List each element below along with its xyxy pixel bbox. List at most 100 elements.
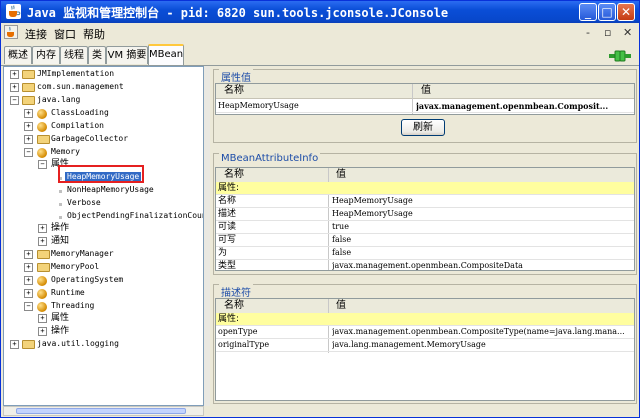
tree-node-label: OperatingSystem <box>51 275 124 284</box>
expand-toggle-icon[interactable]: + <box>10 83 19 92</box>
cell-value: javax.management.openmbean.CompositeType… <box>332 327 625 336</box>
inner-minimize-button[interactable]: - <box>586 26 590 39</box>
col-value-header[interactable]: 值 <box>336 299 346 313</box>
window-title: Java 监视和管理控制台 - pid: 6820 sun.tools.jcon… <box>27 6 449 20</box>
scrollbar-thumb[interactable] <box>16 408 186 414</box>
col-value-header[interactable]: 值 <box>336 168 346 182</box>
group-title: MBeanAttributeInfo <box>219 153 321 164</box>
tab-overview[interactable]: 概述 <box>4 46 32 64</box>
cell-value: HeapMemoryUsage <box>332 196 413 205</box>
descriptor-table[interactable]: 名称 值 属性: openType javax.management.openm… <box>215 298 635 401</box>
expand-toggle-icon[interactable]: + <box>10 70 19 79</box>
expand-toggle-icon[interactable]: + <box>24 122 33 131</box>
folder-icon <box>37 250 50 259</box>
highlight-annotation-box <box>58 165 144 183</box>
menu-help[interactable]: 帮助 <box>83 26 105 42</box>
menu-window[interactable]: 窗口 <box>54 26 76 42</box>
tab-memory[interactable]: 内存 <box>32 46 60 64</box>
table-row[interactable]: originalType java.lang.management.Memory… <box>216 339 634 352</box>
table-row[interactable]: 属性: <box>216 182 634 195</box>
tree-node-label: GarbageCollector <box>51 134 129 143</box>
table-row[interactable]: 名称 HeapMemoryUsage <box>216 195 634 208</box>
table-row[interactable]: 属性: <box>216 313 634 326</box>
cell-value: false <box>332 248 352 257</box>
col-name-header[interactable]: 名称 <box>224 299 244 313</box>
expand-toggle-icon[interactable]: + <box>24 276 33 285</box>
cell-value: true <box>332 222 349 231</box>
expand-toggle-icon[interactable]: + <box>24 263 33 272</box>
expand-toggle-icon[interactable]: + <box>38 327 47 336</box>
folder-icon <box>22 340 35 349</box>
tree-node-label: Verbose <box>67 198 101 207</box>
tree-node-label: ObjectPendingFinalizationCoun <box>67 211 204 220</box>
inner-restore-button[interactable]: ▫ <box>604 26 611 39</box>
mbean-bean-icon <box>37 148 47 158</box>
mbean-bean-icon <box>37 276 47 286</box>
tree-node-label: java.util.logging <box>37 339 119 348</box>
cell-name: 为 <box>218 248 228 258</box>
table-row[interactable]: openType javax.management.openmbean.Comp… <box>216 326 634 339</box>
title-bar[interactable]: Java 监视和管理控制台 - pid: 6820 sun.tools.jcon… <box>1 1 639 23</box>
close-button[interactable]: ✕ <box>617 3 635 21</box>
col-name-header[interactable]: 名称 <box>224 84 244 98</box>
group-title: 描述符 <box>219 284 253 299</box>
table-row[interactable]: 描述 HeapMemoryUsage <box>216 208 634 221</box>
cell-name: 可读 <box>218 222 237 232</box>
expand-toggle-icon[interactable]: + <box>24 289 33 298</box>
cell-name: 描述 <box>218 209 237 219</box>
tree-node-label: Runtime <box>51 288 85 297</box>
tree-node-label: 属性 <box>51 313 70 323</box>
table-row[interactable]: 可读 true <box>216 221 634 234</box>
table-row[interactable]: 为 false <box>216 247 634 260</box>
tab-strip: 概述 内存 线程 类 VM 摘要 MBean <box>1 43 639 66</box>
cell-value[interactable]: javax.management.openmbean.Composit... <box>416 100 634 112</box>
attribute-info-table[interactable]: 名称 值 属性: 名称 HeapMemoryUsage 描述 HeapMemor… <box>215 167 635 271</box>
tab-threads[interactable]: 线程 <box>60 46 88 64</box>
table-header: 名称 值 <box>216 299 634 314</box>
expand-toggle-icon[interactable]: + <box>24 250 33 259</box>
tab-mbean[interactable]: MBean <box>148 44 184 65</box>
col-name-header[interactable]: 名称 <box>224 168 244 182</box>
split-divider[interactable] <box>204 66 210 406</box>
expand-toggle-icon[interactable]: + <box>38 224 47 233</box>
collapse-toggle-icon[interactable]: − <box>24 302 33 311</box>
connection-status-icon[interactable] <box>609 47 631 66</box>
tree-horizontal-scrollbar[interactable] <box>3 406 204 416</box>
attribute-value-table[interactable]: 名称 值 HeapMemoryUsage javax.management.op… <box>215 83 635 115</box>
expand-toggle-icon[interactable]: + <box>38 314 47 323</box>
minimize-button[interactable]: _ <box>579 3 597 21</box>
tab-classes[interactable]: 类 <box>88 46 106 64</box>
table-header: 名称 值 <box>216 84 634 99</box>
collapse-toggle-icon[interactable]: − <box>38 160 47 169</box>
col-value-header[interactable]: 值 <box>421 84 431 98</box>
leaf-icon <box>59 216 62 219</box>
tree-node-label: Threading <box>51 301 95 310</box>
java-menu-icon[interactable] <box>4 25 18 39</box>
tree-node-label: ClassLoading <box>51 108 109 117</box>
cell-name: originalType <box>218 340 270 349</box>
cell-value: javax.management.openmbean.CompositeData <box>332 261 523 270</box>
group-title: 属性值 <box>219 69 253 84</box>
table-row[interactable]: 类型 javax.management.openmbean.CompositeD… <box>216 260 634 270</box>
mbean-bean-icon <box>37 122 47 132</box>
tree-node-label: Compilation <box>51 121 104 130</box>
collapse-toggle-icon[interactable]: − <box>24 148 33 157</box>
tab-vm-summary[interactable]: VM 摘要 <box>106 46 148 64</box>
table-row[interactable]: 可写 false <box>216 234 634 247</box>
expand-toggle-icon[interactable]: + <box>10 340 19 349</box>
jconsole-window: Java 监视和管理控制台 - pid: 6820 sun.tools.jcon… <box>0 0 640 418</box>
collapse-toggle-icon[interactable]: − <box>10 96 19 105</box>
maximize-icon: □ <box>601 5 613 19</box>
menu-connection[interactable]: 连接 <box>25 26 47 42</box>
maximize-button[interactable]: □ <box>598 3 616 21</box>
expand-toggle-icon[interactable]: + <box>38 237 47 246</box>
refresh-button[interactable]: 刷新 <box>401 119 445 136</box>
tree-node-label: java.lang <box>37 95 81 104</box>
inner-close-button[interactable]: ✕ <box>623 26 632 39</box>
folder-icon <box>37 263 50 272</box>
mbean-tree[interactable]: + JMImplementation + com.sun.management … <box>3 66 204 406</box>
cell-value: java.lang.management.MemoryUsage <box>332 340 486 349</box>
expand-toggle-icon[interactable]: + <box>24 109 33 118</box>
table-row[interactable]: HeapMemoryUsage javax.management.openmbe… <box>216 100 634 113</box>
expand-toggle-icon[interactable]: + <box>24 135 33 144</box>
